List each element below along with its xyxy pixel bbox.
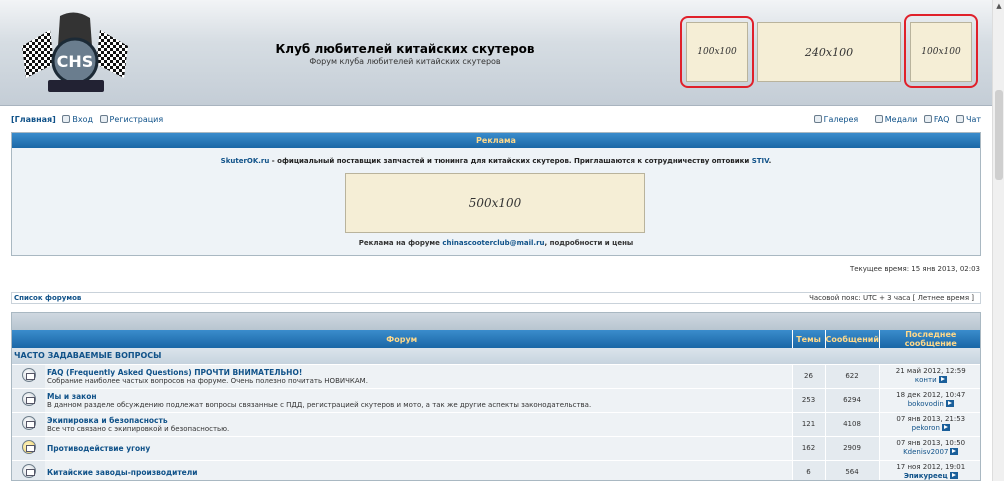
forum-description: Все что связано с экипировкой и безопасн… <box>47 424 230 433</box>
view-latest-post-icon[interactable] <box>941 424 950 431</box>
view-latest-post-icon[interactable] <box>950 448 959 455</box>
last-post-date: 17 ноя 2012, 19:01 <box>896 463 966 472</box>
forum-posts-count: 622 <box>824 363 880 388</box>
nav-gallery-link[interactable]: Галерея <box>824 115 859 124</box>
forum-table-container: Форум Темы Сообщений Последнее сообщение… <box>11 312 981 481</box>
sponsor-end: . <box>768 157 772 165</box>
ads-contact-email[interactable]: chinascooterclub@mail.ru <box>442 239 544 247</box>
col-header-topics: Темы <box>792 330 826 348</box>
forum-topics-count: 6 <box>791 459 826 480</box>
forum-row: Экипировка и безопасность Все что связано… <box>12 411 980 436</box>
last-post-date: 07 янв 2013, 10:50 <box>896 439 966 447</box>
ads-panel-title: Реклама <box>12 133 980 148</box>
forum-row: Китайские заводы-производители 6 564 17 … <box>12 459 980 480</box>
timezone-info: Часовой пояс: UTC + 3 часа [ Летнее врем… <box>809 294 974 302</box>
medals-icon <box>874 115 883 123</box>
forum-unread-icon <box>21 440 36 454</box>
highlight-ring-right <box>904 14 978 88</box>
forum-list-link[interactable]: Список форумов <box>14 294 81 302</box>
ads-contact-prefix: Реклама на форуме <box>358 239 443 247</box>
ad-slot-medium[interactable]: 240x100 <box>757 22 901 82</box>
faq-icon <box>923 115 932 123</box>
scroll-up-icon[interactable]: ▲ <box>994 2 1004 12</box>
forum-topics-count: 162 <box>791 435 826 460</box>
forum-list-bar: Список форумов Часовой пояс: UTC + 3 час… <box>11 292 981 304</box>
forum-title-link[interactable]: Противодействие угону <box>47 444 792 453</box>
category-title[interactable]: ЧАСТО ЗАДАВАЕМЫЕ ВОПРОСЫ <box>12 348 980 364</box>
sponsor-text: - официальный поставщик запчастей и тюни… <box>269 157 752 165</box>
forum-topics-count: 121 <box>791 411 826 436</box>
last-post-user[interactable]: Kdenisv2007 <box>903 448 948 456</box>
forum-read-icon <box>21 464 36 479</box>
forum-description: В данном разделе обсуждению подлежат воп… <box>47 400 592 409</box>
last-post-user[interactable]: bokovodin <box>908 400 944 408</box>
last-post-date: 18 дек 2012, 10:47 <box>896 391 966 399</box>
site-title: Клуб любителей китайских скутеров <box>275 42 535 56</box>
sponsor-line: SkuterOK.ru - официальный поставщик запч… <box>12 157 980 165</box>
highlight-ring-left <box>680 16 754 88</box>
col-header-last-post: Последнее сообщение <box>879 330 980 348</box>
view-latest-post-icon[interactable] <box>949 472 958 480</box>
last-post-user[interactable]: конти <box>915 376 937 384</box>
forum-table-top-stripe <box>12 313 980 330</box>
site-title-block: Клуб любителей китайских скутеров Форум … <box>250 42 560 66</box>
site-logo[interactable]: CHS <box>20 6 130 98</box>
chat-icon <box>955 115 964 123</box>
view-latest-post-icon[interactable] <box>945 400 954 407</box>
nav-home-link[interactable]: [Главная] <box>11 115 56 124</box>
last-post-date: 21 май 2012, 12:59 <box>895 367 966 375</box>
last-post-user[interactable]: Эпикуреец <box>904 472 948 480</box>
forum-title-link[interactable]: Мы и закон <box>47 392 792 401</box>
forum-row: FAQ (Frequently Asked Questions) ПРОЧТИ … <box>12 363 980 388</box>
last-post-date: 07 янв 2013, 21:53 <box>896 415 966 423</box>
site-subtitle: Форум клуба любителей китайских скутеров <box>309 57 501 66</box>
last-post-user[interactable]: pekoron <box>912 424 940 432</box>
col-header-posts: Сообщений <box>825 330 880 348</box>
ads-contact-line: Реклама на форуме chinascooterclub@mail.… <box>12 239 980 247</box>
page-scrollbar[interactable]: ▲ <box>992 0 1004 481</box>
forum-title-link[interactable]: FAQ (Frequently Asked Questions) ПРОЧТИ … <box>47 368 792 377</box>
site-header: CHS Клуб любителей китайских скутеров Фо… <box>0 0 992 106</box>
forum-posts-count: 6294 <box>824 387 880 412</box>
forum-posts-count: 4108 <box>824 411 880 436</box>
ad-banner-large[interactable]: 500x100 <box>345 173 645 233</box>
current-time: Текущее время: 15 янв 2013, 02:03 <box>849 265 980 273</box>
forum-row: Противодействие угону 162 2909 07 янв 20… <box>12 435 980 460</box>
sponsor-link-stiv[interactable]: STIV <box>752 157 769 165</box>
register-icon <box>99 115 108 123</box>
logo-text: CHS <box>57 52 94 71</box>
nav-login-link[interactable]: Вход <box>72 115 93 124</box>
ads-panel: Реклама SkuterOK.ru - официальный постав… <box>11 132 981 256</box>
login-icon <box>62 115 71 123</box>
nav-chat-link[interactable]: Чат <box>966 115 981 124</box>
forum-title-link[interactable]: Китайские заводы-производители <box>47 468 792 477</box>
forum-table: Форум Темы Сообщений Последнее сообщение… <box>12 330 980 480</box>
forum-read-icon <box>21 392 36 406</box>
view-latest-post-icon[interactable] <box>938 376 947 383</box>
forum-topics-count: 26 <box>791 363 826 388</box>
gallery-icon <box>813 115 822 123</box>
forum-title-link[interactable]: Экипировка и безопасность <box>47 416 792 425</box>
nav-faq-link[interactable]: FAQ <box>934 115 950 124</box>
sponsor-link[interactable]: SkuterOK.ru <box>221 157 270 165</box>
forum-read-icon <box>21 368 36 382</box>
forum-posts-count: 564 <box>824 459 880 480</box>
scroll-thumb[interactable] <box>995 90 1003 180</box>
nav-register-link[interactable]: Регистрация <box>110 115 164 124</box>
forum-posts-count: 2909 <box>824 435 880 460</box>
ads-contact-suffix: , подробности и цены <box>544 239 634 247</box>
forum-topics-count: 253 <box>791 387 826 412</box>
forum-description: Собрание наиболее частых вопросов на фор… <box>47 376 368 385</box>
nav-medals-link[interactable]: Медали <box>885 115 918 124</box>
col-header-forum: Форум <box>12 330 793 348</box>
forum-row: Мы и закон В данном разделе обсуждению по… <box>12 387 980 412</box>
forum-read-icon <box>21 416 36 430</box>
top-navigation: [Главная] Вход Регистрация Галерея Медал… <box>11 115 981 127</box>
